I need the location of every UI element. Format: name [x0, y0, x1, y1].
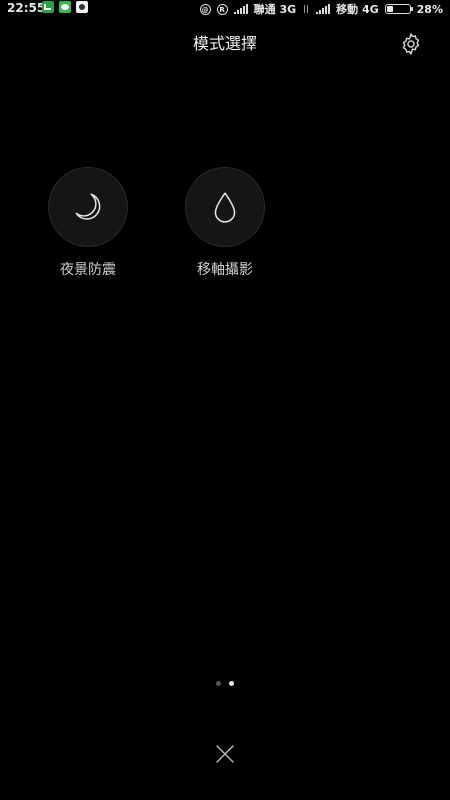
- page-title: 模式選擇: [192, 34, 257, 53]
- wechat-icon: [59, 1, 71, 13]
- app-icon: [76, 1, 88, 13]
- status-right: @ R 聯通 3G 移動 4G 28%: [199, 1, 443, 17]
- settings-button[interactable]: [398, 31, 424, 57]
- battery-fill: [386, 6, 393, 12]
- notification-icons: [42, 1, 88, 13]
- data-arrows-icon: [302, 4, 310, 14]
- at-icon: @: [199, 3, 211, 15]
- moon-icon: [75, 193, 101, 220]
- page-indicator: [0, 681, 450, 686]
- status-bar: 22:55 @ R 聯通 3G 移動 4G 28%: [0, 0, 450, 16]
- close-icon: [216, 745, 234, 763]
- carrier2-label: 移動 4G: [336, 3, 379, 16]
- battery-percent: 28%: [416, 2, 443, 16]
- gear-icon: [402, 33, 420, 55]
- status-time: 22:55: [7, 1, 46, 15]
- mode-label: 夜景防震: [60, 262, 116, 278]
- mode-night-stabilization[interactable]: 夜景防震: [33, 167, 143, 280]
- registered-icon: R: [216, 3, 228, 15]
- mode-tilt-shift[interactable]: 移軸攝影: [170, 167, 280, 280]
- carrier1-label: 聯通 3G: [253, 3, 297, 16]
- close-button[interactable]: [213, 742, 237, 766]
- battery-icon: [384, 4, 413, 14]
- droplet-icon: [214, 192, 236, 223]
- notification-app-icon: [42, 1, 54, 13]
- mode-icon-circle: [48, 167, 128, 247]
- page-dot-active[interactable]: [229, 681, 234, 686]
- mode-label: 移軸攝影: [197, 262, 253, 278]
- page-dot[interactable]: [216, 681, 221, 686]
- signal-icon: [316, 4, 331, 14]
- signal-icon: [233, 4, 248, 14]
- mode-icon-circle: [185, 167, 265, 247]
